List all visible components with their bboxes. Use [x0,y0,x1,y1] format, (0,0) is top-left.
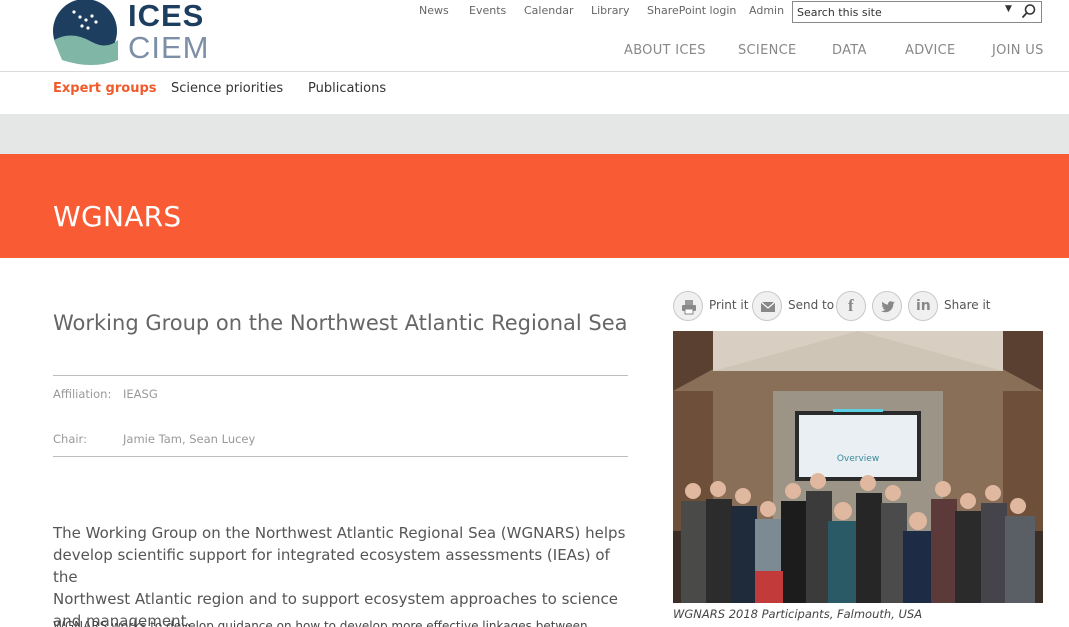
group-photo: Overview [673,331,1043,603]
util-link-admin[interactable]: Admin [749,4,784,17]
util-link-events[interactable]: Events [469,4,506,17]
facebook-icon[interactable]: f [836,291,866,321]
hero-title: WGNARS [53,200,182,233]
chair-value: Jamie Tam, Sean Lucey [123,432,256,446]
body-paragraph: WGNARS works to develop guidance on how … [53,619,588,627]
util-link-sharepoint-login[interactable]: SharePoint login [647,4,736,17]
affiliation-label: Affiliation: [53,387,112,401]
send-to-label[interactable]: Send to [788,298,834,312]
ices-logo[interactable]: ICES CIEM [52,0,209,66]
subnav-expert-groups[interactable]: Expert groups [53,81,157,96]
main-nav-about-ices[interactable]: ABOUT ICES [624,43,706,58]
main-nav-advice[interactable]: ADVICE [905,43,956,58]
subnav-science-priorities[interactable]: Science priorities [171,81,283,96]
logo-text-ices: ICES [128,0,205,33]
intro-line: The Working Group on the Northwest Atlan… [53,524,626,542]
section-subnav: Expert groups Science priorities Publica… [0,72,1069,114]
intro-line: develop scientific support for integrate… [53,546,610,586]
share-it-label[interactable]: Share it [944,298,990,312]
main-nav-join-us[interactable]: JOIN US [992,43,1044,58]
share-bar: Print it Send to f in Share it [673,291,1043,321]
site-header: ICES CIEM News Events Calendar Library S… [0,0,1069,72]
search-scope-dropdown-icon[interactable]: ▼ [1005,4,1012,14]
main-nav-science[interactable]: SCIENCE [738,43,797,58]
util-link-calendar[interactable]: Calendar [524,4,573,17]
divider [53,456,628,457]
page-title: Working Group on the Northwest Atlantic … [53,311,628,335]
main-nav-data[interactable]: DATA [832,43,867,58]
twitter-icon[interactable] [872,291,902,321]
search-input[interactable] [797,4,997,20]
print-icon[interactable] [673,291,703,321]
logo-emblem-icon [53,0,118,65]
search-icon[interactable] [1021,3,1037,23]
divider [53,375,628,376]
email-icon[interactable] [752,291,782,321]
site-search: ▼ [792,1,1042,23]
util-link-news[interactable]: News [419,4,449,17]
affiliation-value: IEASG [123,387,158,401]
screen-text: Overview [837,454,879,464]
linkedin-icon[interactable]: in [908,291,938,321]
print-label[interactable]: Print it [709,298,748,312]
util-link-library[interactable]: Library [591,4,629,17]
subnav-publications[interactable]: Publications [308,81,386,96]
intro-paragraph: The Working Group on the Northwest Atlan… [53,522,633,627]
intro-line: Northwest Atlantic region and to support… [53,590,619,608]
chair-label: Chair: [53,432,87,446]
logo-text-ciem: CIEM [128,30,210,65]
breadcrumb-band [0,114,1069,154]
photo-caption: WGNARS 2018 Participants, Falmouth, USA [673,607,923,621]
page-hero-banner: WGNARS [0,154,1069,258]
